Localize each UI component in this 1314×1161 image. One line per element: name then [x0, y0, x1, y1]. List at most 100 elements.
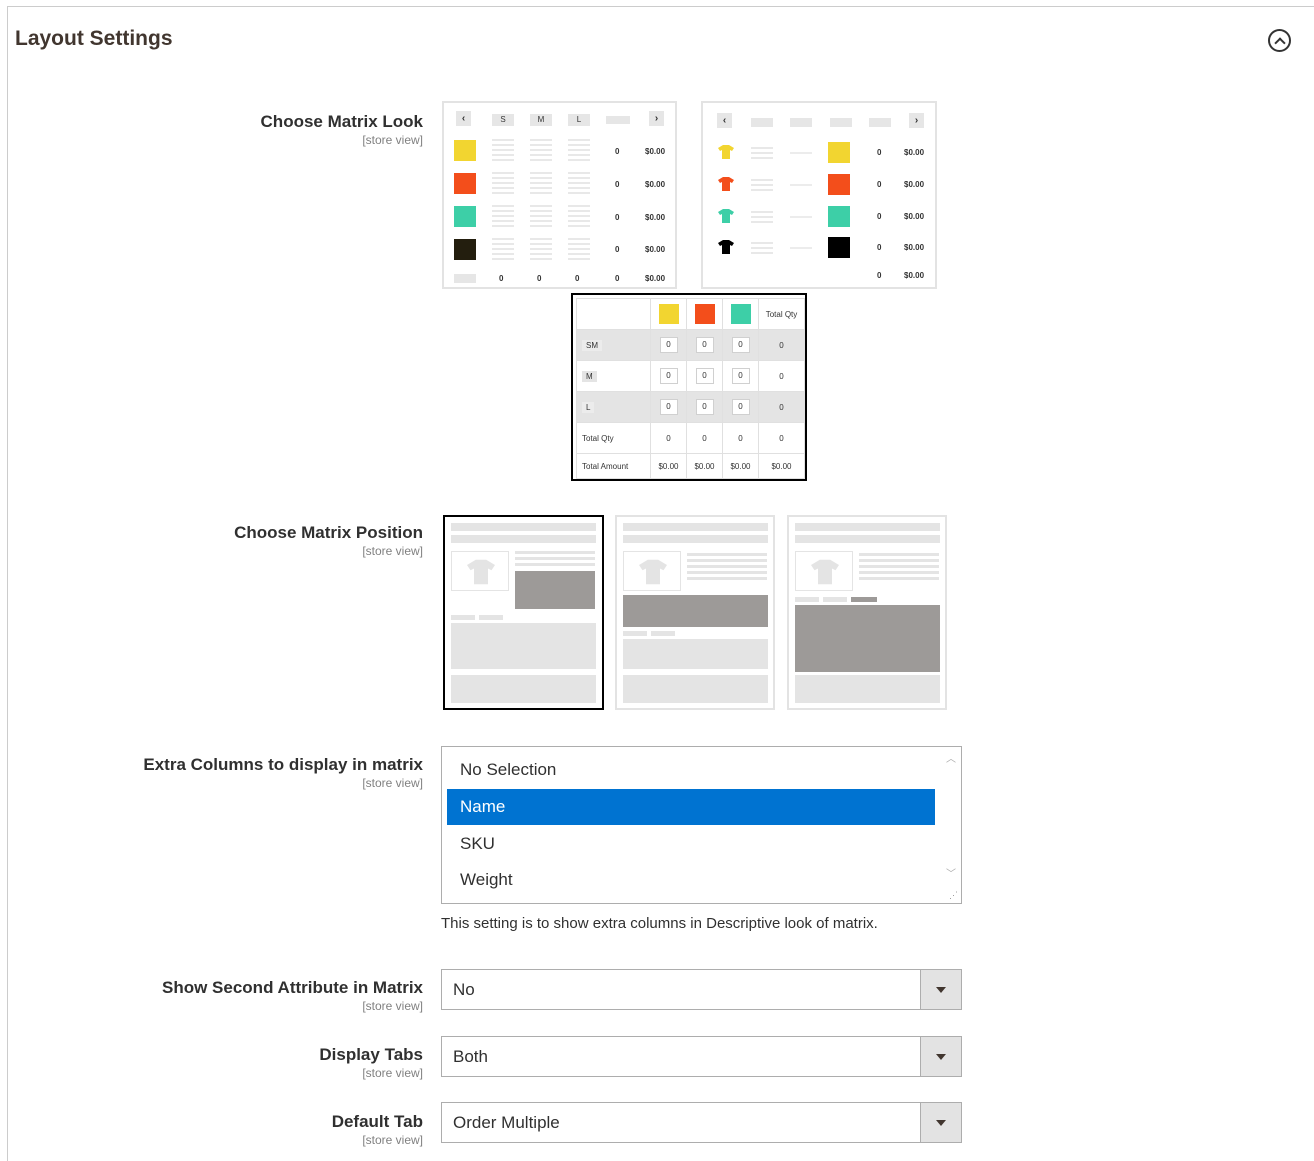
qty-cell: 0	[731, 337, 750, 353]
tshirt-icon	[639, 559, 667, 585]
price-value: $0.00	[645, 245, 666, 254]
qty-cell: 0	[731, 368, 750, 384]
qty-cell: 0	[659, 337, 678, 353]
row-total: 0	[758, 329, 805, 361]
tshirt-icon	[718, 177, 734, 191]
scope-label: [store view]	[362, 544, 423, 558]
color-swatch	[730, 304, 751, 324]
matrix-position-side[interactable]	[443, 515, 604, 710]
chevron-right-icon: ›	[909, 113, 924, 128]
chevron-left-icon: ‹	[456, 111, 471, 126]
row-label: M	[582, 370, 597, 382]
second-attribute-label-block: Show Second Attribute in Matrix [store v…	[162, 978, 423, 1013]
qty-value: 0	[615, 245, 620, 254]
scope-label: [store view]	[362, 1066, 423, 1080]
grand-total-amount: $0.00	[758, 453, 805, 479]
qty-cell: 0	[659, 368, 678, 384]
qty-cell: 0	[695, 368, 714, 384]
section-title: Layout Settings	[15, 27, 173, 50]
select-value: Both	[453, 1047, 488, 1066]
qty-value: 0	[877, 180, 882, 189]
qty-value: 0	[575, 274, 580, 283]
qty-value: 0	[615, 147, 620, 156]
scroll-up-icon[interactable]: ︿	[946, 750, 956, 765]
price-value: $0.00	[645, 180, 666, 189]
color-swatch	[694, 304, 715, 324]
qty-value: 0	[615, 274, 620, 283]
price-value: $0.00	[904, 180, 925, 189]
scope-label: [store view]	[362, 133, 423, 147]
chevron-right-icon: ›	[649, 111, 664, 126]
qty-value: 0	[537, 274, 542, 283]
matrix-position-below[interactable]	[615, 515, 775, 710]
row-total: 0	[758, 391, 805, 423]
qty-value: 0	[615, 213, 620, 222]
display-tabs-select[interactable]: Both	[441, 1036, 962, 1077]
field-label: Choose Matrix Position	[234, 523, 423, 542]
extra-columns-note: This setting is to show extra columns in…	[441, 915, 878, 932]
second-attribute-select[interactable]: No	[441, 969, 962, 1010]
size-header: M	[530, 114, 552, 126]
tshirt-icon	[467, 559, 495, 585]
option-weight[interactable]: Weight	[447, 862, 935, 898]
matrix-look-grid[interactable]: Total Qty SM 0 0 0 0 M 0 0 0 0 L 0 0 0 0…	[571, 293, 807, 481]
color-swatch	[828, 237, 850, 258]
default-tab-label-block: Default Tab [store view]	[332, 1112, 423, 1147]
qty-value: 0	[615, 180, 620, 189]
col-amount: $0.00	[722, 453, 759, 479]
column-header: Total Qty	[758, 298, 805, 330]
color-swatch	[658, 304, 679, 324]
scope-label: [store view]	[362, 999, 423, 1013]
field-label: Extra Columns to display in matrix	[143, 755, 423, 774]
qty-value: 0	[499, 274, 504, 283]
scroll-down-icon[interactable]: ﹀	[946, 865, 956, 880]
option-no-selection[interactable]: No Selection	[447, 752, 935, 788]
chevron-down-icon[interactable]	[920, 970, 961, 1009]
matrix-look-simple[interactable]: ‹ S M L › 0 $0.00 0 $0.00 0 $0.00 0 $0.0…	[442, 101, 677, 289]
extra-columns-label-block: Extra Columns to display in matrix [stor…	[143, 755, 423, 790]
qty-cell: 0	[695, 337, 714, 353]
price-value: $0.00	[904, 148, 925, 157]
row-label: Total Qty	[576, 422, 651, 454]
price-value: $0.00	[904, 243, 925, 252]
matrix-position-full[interactable]	[787, 515, 947, 710]
color-swatch	[828, 142, 850, 163]
chevron-down-icon[interactable]	[920, 1103, 961, 1142]
option-name[interactable]: Name	[447, 789, 935, 825]
field-label: Default Tab	[331, 1112, 423, 1131]
display-tabs-label-block: Display Tabs [store view]	[319, 1045, 423, 1080]
matrix-look-descriptive[interactable]: ‹ › 0 $0.00 0 $0.00 0 $0.00 0 $0.00 0 $0…	[701, 101, 937, 289]
scope-label: [store view]	[362, 776, 423, 790]
color-swatch	[454, 173, 476, 194]
col-total: 0	[686, 422, 723, 454]
col-total: 0	[722, 422, 759, 454]
color-swatch	[828, 174, 850, 195]
resize-handle-icon[interactable]: ⋰	[949, 890, 958, 901]
matrix-look-label-block: Choose Matrix Look [store view]	[261, 112, 423, 147]
color-swatch	[454, 140, 476, 161]
grid-matrix-table: Total Qty SM 0 0 0 0 M 0 0 0 0 L 0 0 0 0…	[576, 298, 805, 479]
qty-cell: 0	[659, 399, 678, 415]
chevron-up-circle-icon[interactable]	[1268, 29, 1291, 52]
extra-columns-multiselect[interactable]: No Selection Name SKU Weight ︿ ﹀ ⋰	[441, 746, 962, 904]
qty-value: 0	[877, 212, 882, 221]
row-label: SM	[582, 339, 602, 351]
price-value: $0.00	[645, 147, 666, 156]
color-swatch	[454, 206, 476, 227]
col-amount: $0.00	[650, 453, 687, 479]
color-swatch	[828, 206, 850, 227]
row-label: Total Amount	[576, 453, 651, 479]
qty-value: 0	[877, 243, 882, 252]
qty-cell: 0	[731, 399, 750, 415]
size-header: L	[568, 114, 590, 126]
matrix-position-label-block: Choose Matrix Position [store view]	[234, 523, 423, 558]
col-amount: $0.00	[686, 453, 723, 479]
field-label: Display Tabs	[319, 1045, 423, 1064]
price-value: $0.00	[645, 213, 666, 222]
chevron-down-icon[interactable]	[920, 1037, 961, 1076]
chevron-left-icon: ‹	[717, 113, 732, 128]
tshirt-icon	[811, 559, 839, 585]
tshirt-icon	[718, 240, 734, 254]
default-tab-select[interactable]: Order Multiple	[441, 1102, 962, 1143]
option-sku[interactable]: SKU	[447, 826, 935, 862]
